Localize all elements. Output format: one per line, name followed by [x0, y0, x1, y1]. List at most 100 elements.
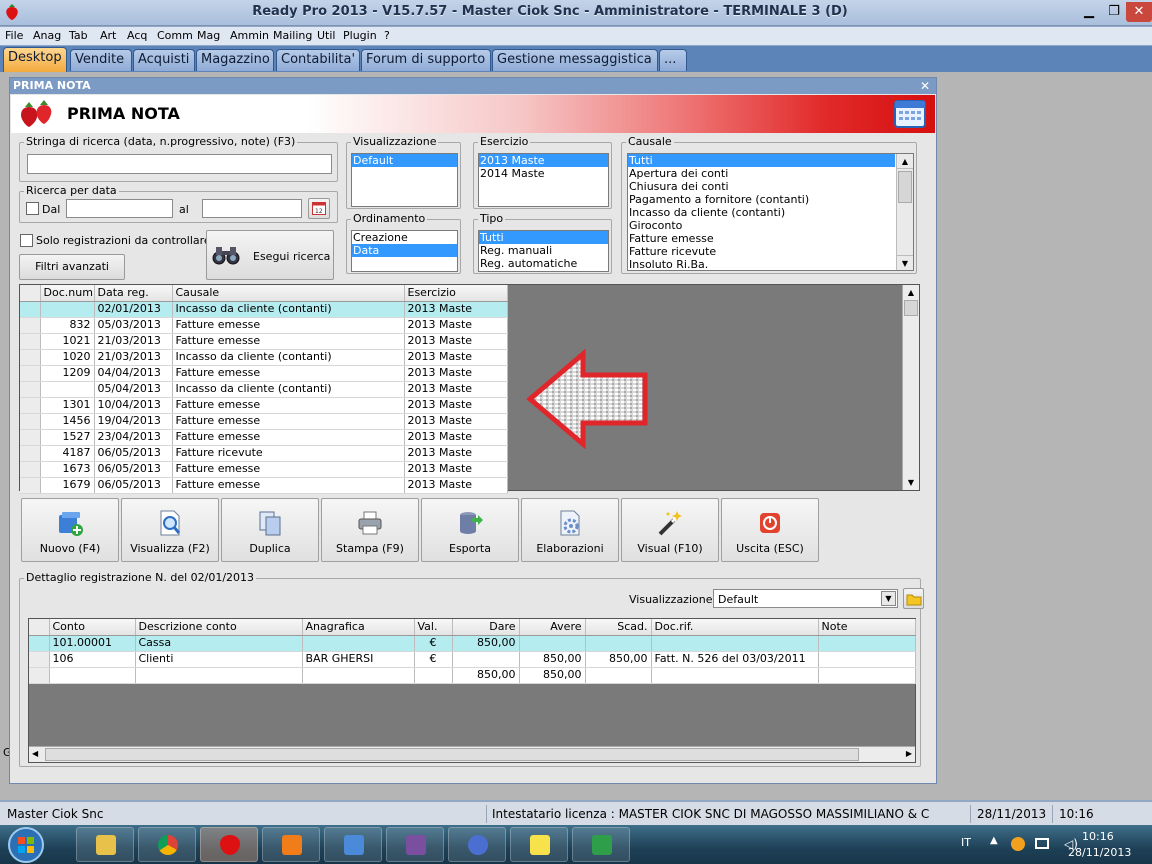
row-indicator[interactable]: [20, 333, 41, 350]
scroll-right-icon[interactable]: ▶: [906, 749, 912, 758]
panel-close-icon[interactable]: ✕: [920, 78, 930, 94]
table-row[interactable]: 106 Clienti BAR GHERSI €850,00 850,00 Fatt. N…: [29, 651, 916, 668]
tipo-list[interactable]: Tutti Reg. manuali Reg. automatiche: [478, 230, 609, 272]
date-to-input[interactable]: [202, 199, 302, 218]
tab-magazzino[interactable]: Magazzino: [196, 49, 274, 71]
tab-vendite[interactable]: Vendite: [70, 49, 132, 71]
taskbar-media[interactable]: [262, 827, 320, 862]
col-val[interactable]: Val.: [414, 619, 453, 636]
tab-messaggistica[interactable]: Gestione messaggistica: [492, 49, 658, 71]
causale-scrollbar[interactable]: ▲ ▼: [896, 154, 913, 270]
col-data-reg[interactable]: Data reg.: [94, 285, 173, 302]
table-row[interactable]: 1527 23/04/2013 Fatture emesse 2013 Maste: [20, 429, 508, 446]
tab-desktop[interactable]: Desktop: [3, 47, 67, 72]
table-row[interactable]: 02/01/2013 Incasso da cliente (contanti) 2…: [20, 301, 508, 318]
close-button[interactable]: ✕: [1126, 2, 1152, 22]
detail-vis-select[interactable]: Default ▼: [713, 589, 898, 608]
tipo-item[interactable]: Tutti: [479, 231, 608, 244]
menu-plugin[interactable]: Plugin: [343, 29, 377, 42]
minimize-button[interactable]: ▁: [1076, 2, 1102, 22]
menu-acq[interactable]: Acq: [127, 29, 147, 42]
table-row[interactable]: 1456 19/04/2013 Fatture emesse 2013 Maste: [20, 413, 508, 430]
esercizio-list[interactable]: 2013 Maste 2014 Maste: [478, 153, 609, 207]
col-doc-rif[interactable]: Doc.rif.: [651, 619, 819, 636]
date-from-input[interactable]: [66, 199, 173, 218]
col-avere[interactable]: Avere: [519, 619, 586, 636]
table-row[interactable]: 1673 06/05/2013 Fatture emesse 2013 Maste: [20, 461, 508, 478]
causale-item[interactable]: Insoluto Ri.Ba.: [628, 258, 913, 270]
esegui-ricerca-button[interactable]: Esegui ricerca: [206, 230, 334, 280]
row-indicator[interactable]: [20, 301, 41, 318]
col-scad[interactable]: Scad.: [585, 619, 652, 636]
menu-mag[interactable]: Mag: [197, 29, 220, 42]
tray-expand-icon[interactable]: ▲: [990, 835, 998, 846]
causale-item[interactable]: Fatture emesse: [628, 232, 913, 245]
detail-hscrollbar[interactable]: ◀ ▶: [29, 746, 915, 762]
taskbar-explorer[interactable]: [76, 827, 134, 862]
tray-app-icon[interactable]: [1011, 837, 1025, 851]
scroll-left-icon[interactable]: ◀: [32, 749, 38, 758]
col-dare[interactable]: Dare: [452, 619, 520, 636]
calendar-icon[interactable]: [894, 100, 926, 128]
row-indicator[interactable]: [20, 445, 41, 462]
taskbar-paint[interactable]: [324, 827, 382, 862]
taskbar-chrome[interactable]: [138, 827, 196, 862]
scroll-up-icon[interactable]: ▲: [897, 154, 913, 169]
tab-forum[interactable]: Forum di supporto: [361, 49, 491, 71]
uscita-button[interactable]: Uscita (ESC): [721, 498, 819, 562]
menu-comm[interactable]: Comm: [157, 29, 193, 42]
table-row[interactable]: 4187 06/05/2013 Fatture ricevute 2013 Maste: [20, 445, 508, 462]
causale-item[interactable]: Giroconto: [628, 219, 913, 232]
grid-scroll-down-icon[interactable]: ▼: [903, 475, 919, 490]
visualizzazione-item[interactable]: Default: [352, 154, 457, 167]
causale-item[interactable]: Incasso da cliente (contanti): [628, 206, 913, 219]
col-esercizio[interactable]: Esercizio: [404, 285, 508, 302]
row-indicator[interactable]: [20, 349, 41, 366]
causale-item[interactable]: Apertura dei conti: [628, 167, 913, 180]
taskbar-readypro[interactable]: [200, 827, 258, 862]
col-note[interactable]: Note: [818, 619, 916, 636]
menu-mailing[interactable]: Mailing: [273, 29, 312, 42]
taskbar-app7[interactable]: [448, 827, 506, 862]
causale-item[interactable]: Fatture ricevute: [628, 245, 913, 258]
row-indicator[interactable]: [29, 667, 50, 684]
menu-art[interactable]: Art: [100, 29, 116, 42]
ordinamento-item[interactable]: Data: [352, 244, 457, 257]
ordinamento-item[interactable]: Creazione: [352, 231, 457, 244]
tipo-item[interactable]: Reg. manuali: [479, 244, 608, 257]
table-row[interactable]: 1209 04/04/2013 Fatture emesse 2013 Maste: [20, 365, 508, 382]
row-indicator[interactable]: [20, 413, 41, 430]
stampa-button[interactable]: Stampa (F9): [321, 498, 419, 562]
row-indicator[interactable]: [29, 651, 50, 668]
col-causale[interactable]: Causale: [172, 285, 405, 302]
causale-list[interactable]: Tutti Apertura dei conti Chiusura dei co…: [627, 153, 914, 271]
row-indicator[interactable]: [20, 397, 41, 414]
causale-item[interactable]: Chiusura dei conti: [628, 180, 913, 193]
col-doc-num[interactable]: Doc.num: [40, 285, 95, 302]
tray-lang[interactable]: IT: [961, 836, 971, 849]
col-anagrafica[interactable]: Anagrafica: [302, 619, 415, 636]
dal-checkbox[interactable]: [26, 202, 39, 215]
nuovo-button[interactable]: Nuovo (F4): [21, 498, 119, 562]
row-indicator[interactable]: [20, 317, 41, 334]
esercizio-item[interactable]: 2014 Maste: [479, 167, 608, 180]
menu-tab[interactable]: Tab: [69, 29, 88, 42]
grid-scroll-up-icon[interactable]: ▲: [903, 285, 919, 300]
network-icon[interactable]: [1035, 838, 1049, 849]
taskbar-app6[interactable]: [386, 827, 444, 862]
duplica-button[interactable]: Duplica: [221, 498, 319, 562]
esporta-button[interactable]: Esporta: [421, 498, 519, 562]
table-row[interactable]: 1021 21/03/2013 Fatture emesse 2013 Maste: [20, 333, 508, 350]
search-input[interactable]: [27, 154, 332, 174]
visualizza-button[interactable]: Visualizza (F2): [121, 498, 219, 562]
detail-hscroll-thumb[interactable]: [45, 748, 859, 761]
row-indicator[interactable]: [20, 429, 41, 446]
table-row[interactable]: 101.00001 Cassa €850,00: [29, 635, 916, 652]
start-orb-icon[interactable]: [6, 826, 46, 864]
menu-util[interactable]: Util: [317, 29, 335, 42]
chevron-down-icon[interactable]: ▼: [881, 591, 896, 606]
visualizzazione-list[interactable]: Default: [351, 153, 458, 207]
row-indicator[interactable]: [20, 381, 41, 398]
ordinamento-list[interactable]: Creazione Data: [351, 230, 458, 272]
causale-item[interactable]: Pagamento a fornitore (contanti): [628, 193, 913, 206]
